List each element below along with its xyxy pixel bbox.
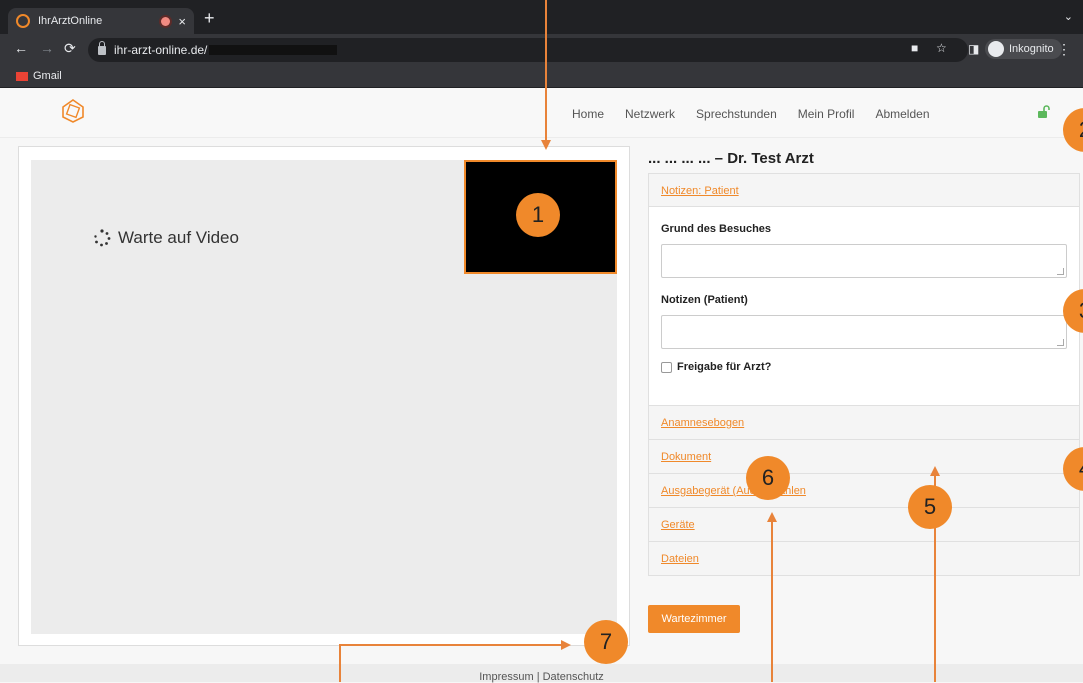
dateien-link[interactable]: Dateien (661, 553, 699, 565)
side-panel-icon[interactable]: ◨ (968, 42, 979, 56)
tab-close-icon[interactable]: × (178, 14, 186, 29)
annotation-arrow-5 (930, 466, 940, 476)
notes-textarea[interactable] (661, 315, 1067, 349)
url-redacted-block (209, 45, 338, 55)
back-arrow-icon[interactable]: ← (14, 40, 28, 56)
url-text: ihr-arzt-online.de/ (114, 43, 208, 57)
camera-icon[interactable]: ■ (911, 41, 918, 55)
notes-panel: Grund des Besuches Notizen (Patient) Fre… (648, 207, 1080, 406)
waiting-indicator: Warte auf Video (92, 228, 239, 248)
accordion-notes-header[interactable]: Notizen: Patient (648, 173, 1080, 207)
lock-icon (98, 40, 106, 55)
incognito-icon (988, 41, 1004, 57)
site-header: Home Netzwerk Sprechstunden Mein Profil … (0, 88, 1083, 138)
bookmark-star-icon[interactable]: ☆ (936, 41, 947, 55)
share-checkbox-row: Freigabe für Arzt? (661, 361, 1067, 373)
bookmark-gmail[interactable]: Gmail (33, 70, 62, 82)
annotation-line-7-h (339, 644, 561, 646)
spinner-icon (94, 229, 111, 247)
dokument-link[interactable]: Dokument (661, 451, 711, 463)
new-tab-button[interactable]: + (204, 8, 215, 28)
recording-indicator-icon (161, 16, 171, 26)
anamnesebogen-link[interactable]: Anamnesebogen (661, 417, 744, 429)
share-checkbox[interactable] (661, 361, 672, 373)
annotation-badge-5: 5 (908, 485, 952, 529)
patient-title: ... ... ... ... – Dr. Test Arzt (648, 150, 814, 167)
accordion-anamnesebogen[interactable]: Anamnesebogen (648, 406, 1080, 440)
accordion-dokument[interactable]: Dokument (648, 440, 1080, 474)
forward-arrow-icon[interactable]: → (40, 40, 54, 56)
browser-tabbar: IhrArztOnline × + ⌄ (0, 0, 1083, 34)
annotation-badge-1: 1 (516, 193, 560, 237)
reason-textarea[interactable] (661, 244, 1067, 278)
reload-icon[interactable]: ⟳ (64, 40, 76, 57)
reason-label: Grund des Besuches (661, 223, 772, 235)
patient-accordion: Notizen: Patient Grund des Besuches Noti… (648, 173, 1080, 576)
annotation-line-7-v (339, 644, 341, 682)
nav-abmelden[interactable]: Abmelden (875, 107, 929, 121)
footer-links[interactable]: Impressum | Datenschutz (0, 671, 1083, 683)
waiting-room-button[interactable]: Wartezimmer (648, 605, 740, 633)
accordion-dateien[interactable]: Dateien (648, 542, 1080, 576)
accordion-geraete[interactable]: Geräte (648, 508, 1080, 542)
browser-menu-icon[interactable]: ⋮ (1057, 41, 1071, 58)
nav-netzwerk[interactable]: Netzwerk (625, 107, 675, 121)
annotation-arrow-6 (767, 512, 777, 522)
main-nav: Home Netzwerk Sprechstunden Mein Profil … (572, 107, 930, 121)
tab-search-chevron-icon[interactable]: ⌄ (1064, 10, 1073, 23)
tab-title: IhrArztOnline (38, 15, 103, 27)
accordion-audio-output[interactable]: Ausgabegerät (Audio) wählen (648, 474, 1080, 508)
nav-home[interactable]: Home (572, 107, 604, 121)
geraete-link[interactable]: Geräte (661, 519, 695, 531)
annotation-arrow-7 (561, 640, 571, 650)
incognito-profile[interactable]: Inkognito (985, 39, 1062, 59)
notes-label: Notizen (Patient) (661, 294, 748, 306)
annotation-arrow-1 (541, 140, 551, 150)
bookmarks-bar: Gmail (0, 66, 1083, 88)
annotation-badge-6: 6 (746, 456, 790, 500)
annotation-line-1 (545, 0, 547, 140)
site-logo-icon[interactable] (60, 98, 86, 124)
annotation-badge-7: 7 (584, 620, 628, 664)
waiting-text: Warte auf Video (118, 228, 239, 247)
address-bar[interactable]: ihr-arzt-online.de/ ■ ☆ (88, 38, 968, 62)
annotation-line-6 (771, 520, 773, 682)
browser-toolbar: ← → ⟳ ihr-arzt-online.de/ ■ ☆ ◨ Inkognit… (0, 34, 1083, 66)
share-label: Freigabe für Arzt? (677, 361, 772, 373)
incognito-label: Inkognito (1009, 43, 1054, 55)
nav-mein-profil[interactable]: Mein Profil (798, 107, 855, 121)
site-footer: Impressum | Datenschutz (0, 664, 1083, 683)
gmail-icon[interactable] (16, 72, 28, 81)
unlock-icon[interactable] (1037, 105, 1051, 119)
site-favicon-icon (16, 14, 30, 28)
nav-sprechstunden[interactable]: Sprechstunden (696, 107, 777, 121)
notes-header-link[interactable]: Notizen: Patient (661, 185, 739, 197)
browser-tab[interactable]: IhrArztOnline × (8, 8, 194, 34)
